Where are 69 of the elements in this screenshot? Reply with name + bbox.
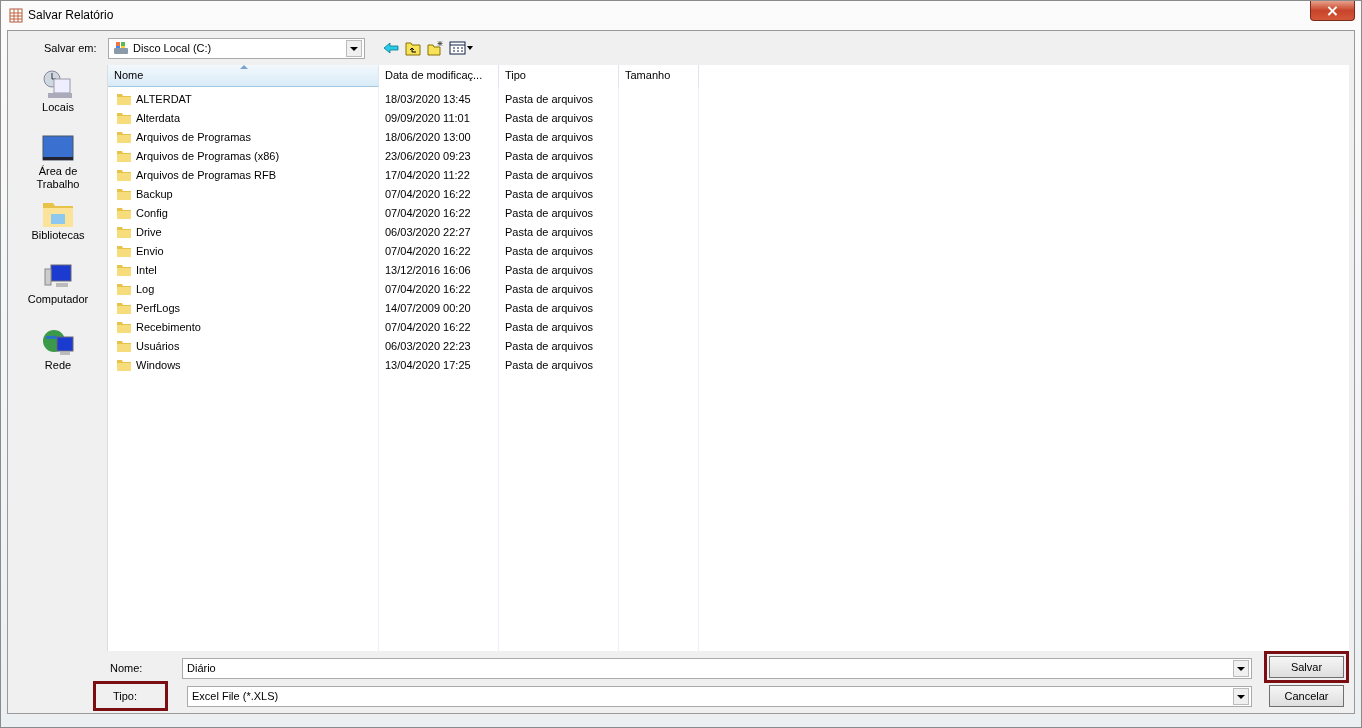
file-name[interactable]: Log	[136, 282, 155, 295]
table-cell-text: 07/04/2020 16:22	[384, 320, 472, 333]
window-title: Salvar Relatório	[28, 8, 114, 22]
file-name[interactable]: Recebimento	[136, 320, 201, 333]
table-cell-text: 23/06/2020 09:23	[384, 149, 472, 162]
file-name[interactable]: Arquivos de Programas	[136, 130, 251, 143]
folder-up-icon[interactable]	[405, 40, 421, 56]
sort-arrow-icon	[240, 65, 248, 69]
column-header[interactable]: Nome	[108, 65, 379, 87]
table-cell-text: Pasta de arquivos	[504, 320, 595, 333]
file-type-dropdown[interactable]: Excel File (*.XLS)	[187, 685, 1252, 707]
save-button[interactable]: Salvar	[1269, 656, 1344, 678]
table-cell-text: Pasta de arquivos	[504, 149, 595, 162]
sidebar-item[interactable]: Locais	[42, 101, 74, 114]
table-cell-text: Pasta de arquivos	[504, 358, 595, 371]
table-cell-text: 06/03/2020 22:23	[384, 339, 472, 352]
table-cell-text: 07/04/2020 16:22	[384, 187, 472, 200]
sidebar-item[interactable]: Bibliotecas	[31, 229, 85, 242]
file-name[interactable]: Usuários	[136, 339, 180, 352]
table-cell-text: Pasta de arquivos	[504, 130, 595, 143]
table-cell-text: Pasta de arquivos	[504, 168, 595, 181]
file-name-field[interactable]: Diário	[182, 657, 1252, 679]
view-menu-icon[interactable]	[449, 40, 473, 56]
table-cell-text: 13/04/2020 17:25	[384, 358, 472, 371]
sidebar-item[interactable]: Computador	[27, 293, 89, 306]
field-label: Tipo:	[113, 690, 139, 702]
table-cell-text: 07/04/2020 16:22	[384, 244, 472, 257]
file-name[interactable]: Arquivos de Programas RFB	[136, 168, 276, 181]
sidebar-item[interactable]: Área de Trabalho	[28, 165, 88, 191]
sidebar-item[interactable]: Rede	[44, 359, 72, 372]
table-cell-text: Pasta de arquivos	[504, 282, 595, 295]
file-name[interactable]: Drive	[136, 225, 162, 238]
drive-icon	[113, 40, 129, 56]
table-cell-text: Pasta de arquivos	[504, 92, 595, 105]
file-name[interactable]: Windows	[136, 358, 181, 371]
close-button[interactable]: ×	[1310, 1, 1355, 21]
table-cell-text: Pasta de arquivos	[504, 244, 595, 257]
back-arrow-icon[interactable]	[383, 40, 399, 56]
clock-screen-icon[interactable]	[42, 69, 74, 101]
field-label: Salvar em:	[44, 42, 98, 54]
cancel-button[interactable]: Cancelar	[1269, 685, 1344, 707]
file-name[interactable]: Alterdata	[136, 111, 181, 124]
table-cell-text: 07/04/2020 16:22	[384, 206, 472, 219]
table-cell-text: Pasta de arquivos	[504, 111, 595, 124]
table-cell-text: 06/03/2020 22:27	[384, 225, 472, 238]
table-cell-text: Pasta de arquivos	[504, 301, 595, 314]
table-cell-text: Pasta de arquivos	[504, 225, 595, 238]
table-cell-text: 07/04/2020 16:22	[384, 282, 472, 295]
spreadsheet-icon	[8, 7, 24, 23]
file-name[interactable]: Intel	[136, 263, 157, 276]
table-cell-text: 18/06/2020 13:00	[384, 130, 472, 143]
file-name[interactable]: Envio	[136, 244, 164, 257]
new-folder-icon[interactable]	[427, 40, 443, 56]
file-name[interactable]: ALTERDAT	[136, 92, 192, 105]
table-cell-text: Pasta de arquivos	[504, 339, 595, 352]
table-cell-text: 18/03/2020 13:45	[384, 92, 472, 105]
file-name[interactable]: Arquivos de Programas (x86)	[136, 149, 280, 162]
table-cell-text: 17/04/2020 11:22	[384, 168, 471, 181]
file-name[interactable]: Backup	[136, 187, 173, 200]
table-cell-text: Pasta de arquivos	[504, 206, 595, 219]
table-cell-text: Pasta de arquivos	[504, 187, 595, 200]
location-dropdown[interactable]: Disco Local (C:)	[108, 37, 365, 59]
field-label: Nome:	[110, 662, 144, 674]
file-name[interactable]: Config	[136, 206, 168, 219]
file-name[interactable]: PerfLogs	[136, 301, 181, 314]
table-cell-text: 14/07/2009 00:20	[384, 301, 472, 314]
table-cell-text: 09/09/2020 11:01	[384, 111, 471, 124]
table-cell-text: 13/12/2016 16:06	[384, 263, 472, 276]
table-cell-text: Pasta de arquivos	[504, 263, 595, 276]
